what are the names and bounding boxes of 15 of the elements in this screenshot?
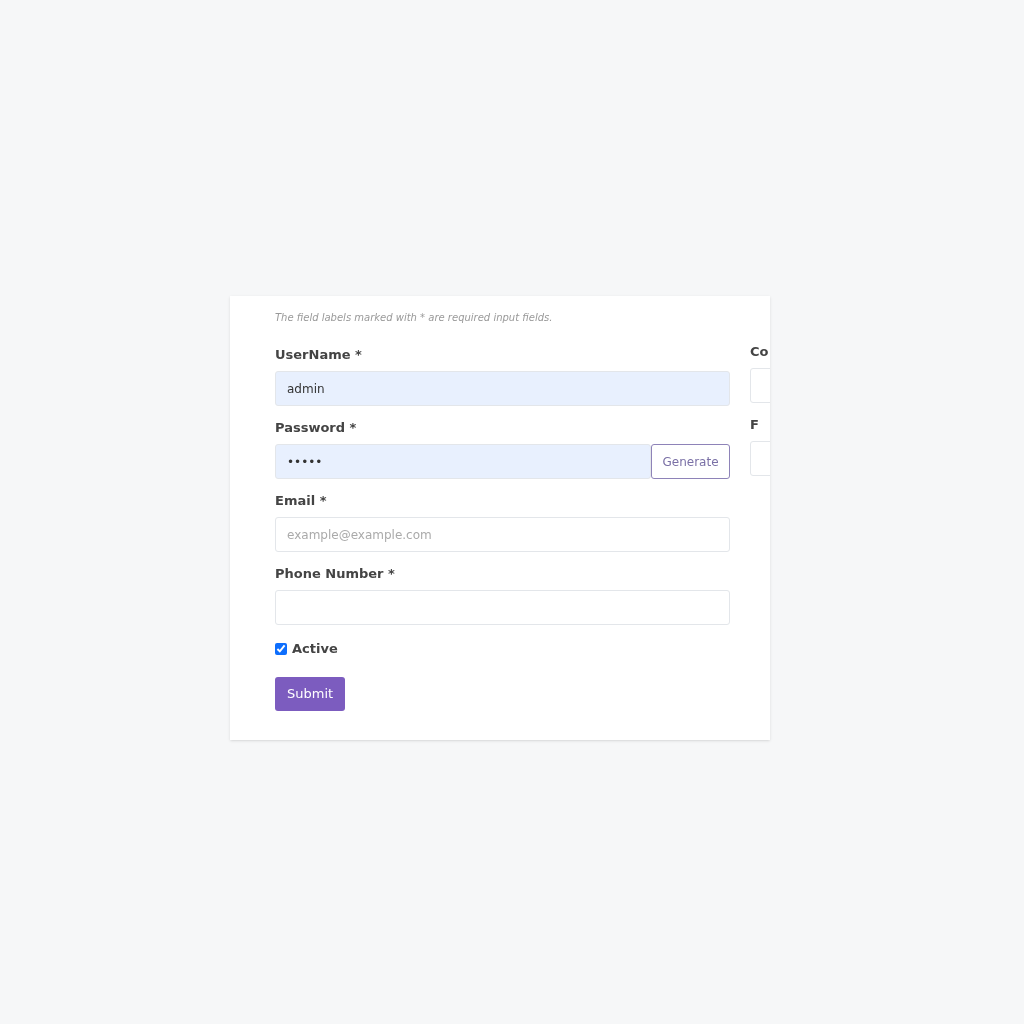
field-label: Email * [275, 493, 328, 509]
input-field[interactable]: ••••• [275, 444, 651, 479]
checkbox[interactable] [275, 642, 287, 655]
field-label: Password * [275, 420, 358, 436]
generate-button[interactable]: Generate [651, 444, 730, 479]
required-note: The field labels marked with * are required input fields. [275, 311, 554, 325]
field-label: UserName * [275, 347, 363, 363]
input-field[interactable]: example@example.com [275, 517, 730, 552]
field-label: Co [750, 344, 770, 360]
checkbox-label: Active [292, 640, 338, 658]
input-field[interactable] [275, 590, 730, 625]
field-label: Phone Number * [275, 566, 396, 582]
field-label: F [750, 417, 760, 433]
input-field[interactable]: admin [275, 371, 730, 406]
submit-button[interactable]: Submit [275, 676, 346, 711]
